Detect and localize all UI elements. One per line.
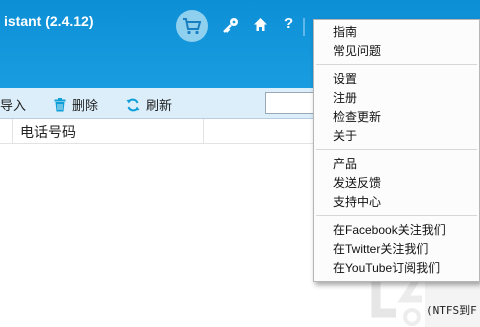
menu-item-facebook[interactable]: 在Facebook关注我们 — [333, 222, 446, 238]
help-icon[interactable]: ? — [284, 15, 293, 32]
refresh-icon — [126, 98, 140, 111]
menu-divider — [316, 64, 477, 65]
cart-button[interactable] — [176, 10, 208, 42]
menu-item-twitter[interactable]: 在Twitter关注我们 — [333, 241, 428, 257]
cart-icon — [183, 18, 202, 35]
app-title: istant (2.4.12) — [4, 13, 94, 29]
key-icon[interactable] — [222, 16, 240, 34]
search-input[interactable] — [265, 92, 319, 114]
column-divider — [12, 119, 13, 143]
column-divider — [203, 119, 204, 143]
delete-label: 删除 — [72, 98, 99, 113]
background-partial-text: (NTFS到F — [426, 304, 477, 317]
menu-item-guide[interactable]: 指南 — [333, 24, 357, 40]
menu-divider — [316, 149, 477, 150]
menu-item-check-update[interactable]: 检查更新 — [333, 109, 381, 125]
help-dropdown-menu: 指南 常见问题 设置 注册 检查更新 关于 产品 发送反馈 支持中心 在Face… — [313, 19, 480, 282]
import-label: 导入 — [0, 98, 27, 113]
header-separator — [303, 18, 305, 36]
menu-item-youtube[interactable]: 在YouTube订阅我们 — [333, 260, 440, 276]
refresh-label: 刷新 — [146, 98, 173, 113]
import-button[interactable]: 导入 — [0, 95, 26, 114]
menu-item-feedback[interactable]: 发送反馈 — [333, 175, 381, 191]
menu-item-support[interactable]: 支持中心 — [333, 194, 381, 210]
menu-item-about[interactable]: 关于 — [333, 128, 357, 144]
home-icon[interactable] — [252, 16, 269, 33]
menu-item-products[interactable]: 产品 — [333, 156, 357, 172]
menu-divider — [316, 215, 477, 216]
trash-icon — [54, 97, 66, 111]
column-header-phone[interactable]: 电话号码 — [20, 122, 76, 142]
refresh-button[interactable]: 刷新 — [126, 95, 172, 114]
menu-item-settings[interactable]: 设置 — [333, 71, 357, 87]
delete-button[interactable]: 删除 — [54, 95, 98, 114]
menu-item-faq[interactable]: 常见问题 — [333, 43, 381, 59]
menu-item-register[interactable]: 注册 — [333, 90, 357, 106]
